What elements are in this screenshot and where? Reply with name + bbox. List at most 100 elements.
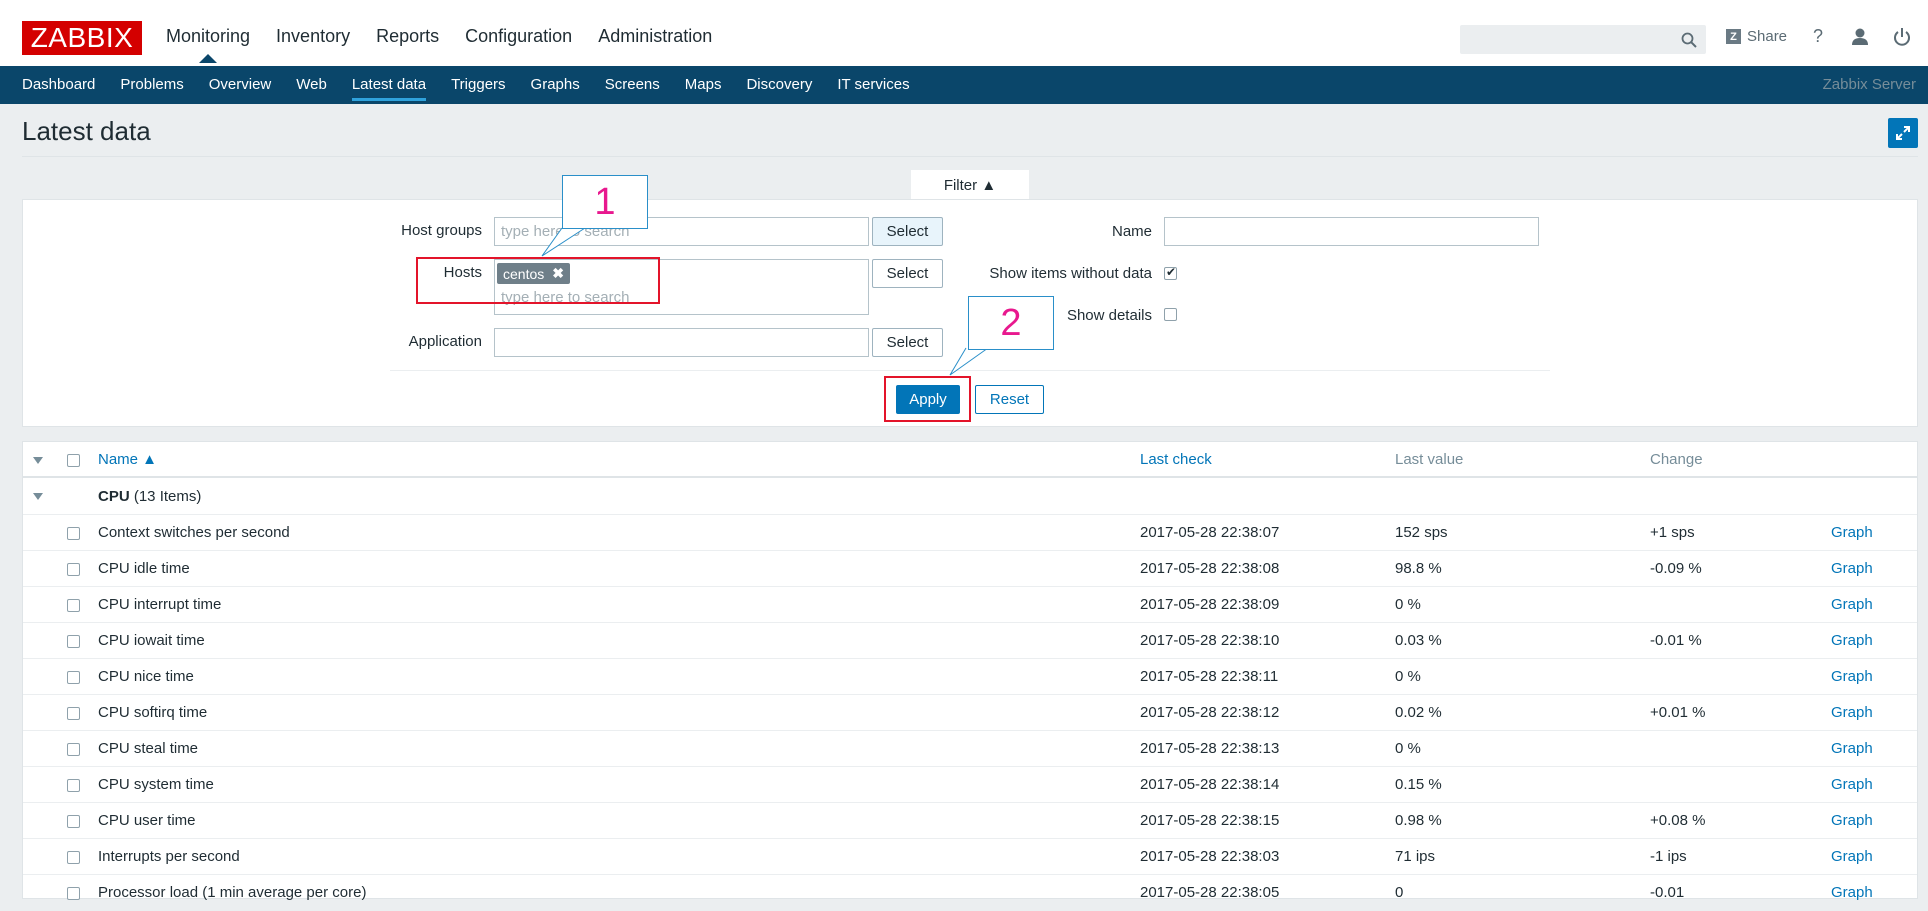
menu-configuration[interactable]: Configuration [465, 26, 572, 61]
zabbix-logo[interactable]: ZABBIX [22, 21, 142, 55]
show-items-without-data-label: Show items without data [989, 265, 1152, 282]
item-graph-link[interactable]: Graph [1831, 587, 1873, 623]
item-name: CPU nice time [98, 668, 194, 685]
subnav-overview[interactable]: Overview [209, 66, 272, 104]
item-graph-link[interactable]: Graph [1831, 695, 1873, 731]
item-last-check: 2017-05-28 22:38:13 [1140, 740, 1280, 757]
item-last-check: 2017-05-28 22:38:11 [1140, 668, 1279, 685]
subnav-it-services[interactable]: IT services [837, 66, 909, 104]
annotation-apply-highlight [884, 376, 971, 422]
share-button[interactable]: Z Share [1726, 28, 1787, 45]
item-change: +0.01 % [1650, 704, 1706, 721]
select-all-checkbox[interactable] [67, 454, 80, 467]
column-last-check[interactable]: Last check [1140, 442, 1212, 478]
row-checkbox[interactable] [67, 527, 80, 540]
subnav-screens[interactable]: Screens [605, 66, 660, 104]
main-menu: Monitoring Inventory Reports Configurati… [166, 26, 738, 63]
callout-2-pointer [949, 347, 989, 376]
reset-button[interactable]: Reset [975, 385, 1044, 414]
item-last-value: 0.98 % [1395, 812, 1442, 829]
item-graph-link[interactable]: Graph [1831, 659, 1873, 695]
row-checkbox[interactable] [67, 671, 80, 684]
item-graph-link[interactable]: Graph [1831, 623, 1873, 659]
subnav-triggers[interactable]: Triggers [451, 66, 505, 104]
item-last-check: 2017-05-28 22:38:14 [1140, 776, 1280, 793]
item-change: -0.01 [1650, 884, 1685, 901]
row-checkbox[interactable] [67, 599, 80, 612]
table-row: Context switches per second 2017-05-28 22… [23, 515, 1917, 551]
item-graph-link[interactable]: Graph [1831, 803, 1873, 839]
sign-out-icon[interactable] [1892, 27, 1912, 47]
row-checkbox[interactable] [67, 779, 80, 792]
host-groups-select-button[interactable]: Select [872, 217, 943, 246]
item-change: +1 sps [1650, 524, 1695, 541]
menu-reports[interactable]: Reports [376, 26, 439, 61]
callout-2: 2 [968, 296, 1054, 350]
group-row-cpu: CPU (13 Items) [23, 479, 1917, 515]
application-input[interactable] [494, 328, 869, 357]
menu-monitoring[interactable]: Monitoring [166, 26, 250, 63]
subnav-graphs[interactable]: Graphs [531, 66, 580, 104]
row-checkbox[interactable] [67, 887, 80, 900]
row-checkbox[interactable] [67, 815, 80, 828]
subnav-maps[interactable]: Maps [685, 66, 722, 104]
search-icon[interactable] [1681, 32, 1697, 48]
user-profile-icon[interactable] [1850, 27, 1870, 47]
callout-1: 1 [562, 175, 648, 229]
item-last-check: 2017-05-28 22:38:10 [1140, 632, 1280, 649]
item-last-value: 98.8 % [1395, 560, 1442, 577]
item-last-check: 2017-05-28 22:38:08 [1140, 560, 1280, 577]
row-checkbox[interactable] [67, 563, 80, 576]
filter-tab[interactable]: Filter ▲ [911, 170, 1029, 200]
item-change: -0.01 % [1650, 632, 1702, 649]
subnav-discovery[interactable]: Discovery [746, 66, 812, 104]
menu-inventory[interactable]: Inventory [276, 26, 350, 61]
table-row: Processor load (1 min average per core) 2… [23, 875, 1917, 911]
collapse-group-icon[interactable] [33, 493, 43, 500]
subnav-dashboard[interactable]: Dashboard [22, 66, 95, 104]
row-checkbox[interactable] [67, 635, 80, 648]
item-graph-link[interactable]: Graph [1831, 875, 1873, 911]
table-header: Name ▲ Last check Last value Change [23, 442, 1917, 478]
fullscreen-icon [1896, 126, 1910, 140]
subnav-problems[interactable]: Problems [120, 66, 183, 104]
item-last-value: 0.03 % [1395, 632, 1442, 649]
subnav-web[interactable]: Web [296, 66, 327, 104]
item-name: CPU iowait time [98, 632, 205, 649]
host-groups-label: Host groups [401, 222, 482, 239]
item-graph-link[interactable]: Graph [1831, 551, 1873, 587]
item-graph-link[interactable]: Graph [1831, 839, 1873, 875]
show-details-checkbox[interactable] [1164, 308, 1177, 321]
application-select-button[interactable]: Select [872, 328, 943, 357]
latest-data-table: Name ▲ Last check Last value Change CPU … [22, 441, 1918, 911]
column-last-value: Last value [1395, 451, 1464, 468]
item-name: Context switches per second [98, 524, 290, 541]
name-input[interactable] [1164, 217, 1539, 246]
global-search-input[interactable] [1460, 25, 1706, 54]
item-last-value: 152 sps [1395, 524, 1448, 541]
table-row: CPU interrupt time 2017-05-28 22:38:09 0 %… [23, 587, 1917, 623]
item-name: Interrupts per second [98, 848, 240, 865]
subnav-latest-data[interactable]: Latest data [351, 66, 427, 104]
menu-administration[interactable]: Administration [598, 26, 712, 61]
item-graph-link[interactable]: Graph [1831, 767, 1873, 803]
sub-navigation: Dashboard Problems Overview Web Latest d… [0, 66, 1928, 104]
item-last-check: 2017-05-28 22:38:05 [1140, 884, 1280, 901]
show-items-without-data-checkbox[interactable] [1164, 265, 1177, 280]
fullscreen-button[interactable] [1888, 118, 1918, 148]
row-checkbox[interactable] [67, 707, 80, 720]
row-checkbox[interactable] [67, 851, 80, 864]
help-icon[interactable]: ? [1808, 26, 1828, 46]
row-checkbox[interactable] [67, 743, 80, 756]
column-name[interactable]: Name ▲ [98, 442, 157, 478]
item-graph-link[interactable]: Graph [1831, 731, 1873, 767]
collapse-all-icon[interactable] [33, 457, 43, 464]
top-header: ZABBIX Monitoring Inventory Reports Conf… [0, 0, 1928, 66]
item-name: CPU user time [98, 812, 196, 829]
item-name: CPU system time [98, 776, 214, 793]
item-graph-link[interactable]: Graph [1831, 515, 1873, 551]
item-last-value: 0 [1395, 884, 1404, 901]
item-last-check: 2017-05-28 22:38:03 [1140, 848, 1280, 865]
item-last-check: 2017-05-28 22:38:07 [1140, 524, 1280, 541]
table-row: CPU steal time 2017-05-28 22:38:13 0 % Grap… [23, 731, 1917, 767]
